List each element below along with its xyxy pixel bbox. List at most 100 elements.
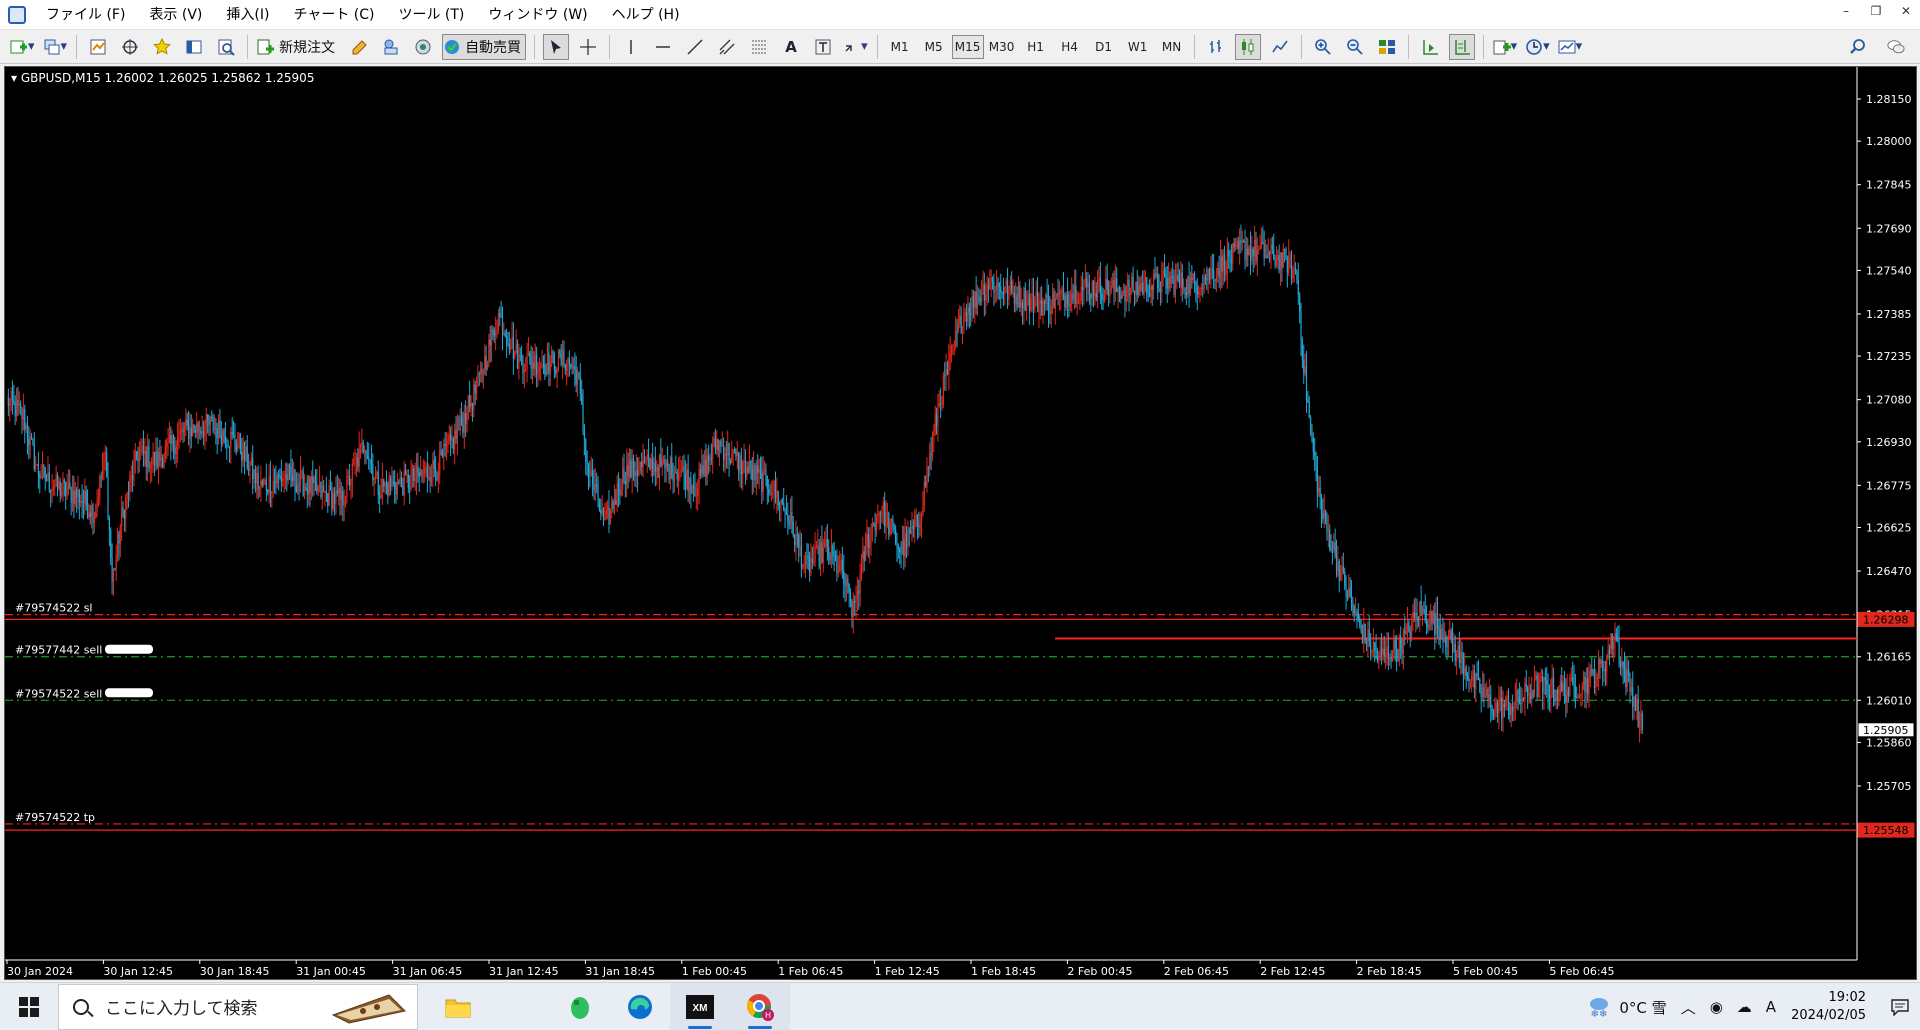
terminal-button[interactable] [181, 34, 207, 60]
candle-body [1069, 303, 1071, 307]
timeframe-m5[interactable]: M5 [918, 35, 950, 59]
evernote-icon[interactable] [550, 983, 610, 1030]
price-chart[interactable]: #79574522 sl #79577442 sell #79574522 sell… [5, 67, 1916, 979]
timeframe-h4[interactable]: H4 [1054, 35, 1086, 59]
toolbar-separator [76, 34, 78, 59]
candle-body [230, 431, 232, 448]
menu-insert[interactable]: 挿入(I) [214, 0, 281, 30]
autoscroll-button[interactable] [1417, 34, 1443, 60]
chevron-up-icon[interactable]: ︿ [1681, 997, 1696, 1018]
chrome-icon[interactable]: H [730, 982, 790, 1030]
favorites-button[interactable] [149, 34, 175, 60]
new-order-button[interactable]: 新規注文 [256, 34, 340, 60]
candle-body [369, 459, 371, 461]
trendline-tool[interactable] [682, 34, 708, 60]
menu-help[interactable]: ヘルプ (H) [600, 0, 692, 30]
candle-body [654, 462, 656, 472]
candle-body [282, 478, 284, 482]
candle-body [160, 458, 162, 461]
candle-body [70, 487, 72, 503]
timeframe-w1[interactable]: W1 [1122, 35, 1154, 59]
candle-body [799, 546, 801, 548]
zoom-out-icon[interactable] [1342, 34, 1368, 60]
zoom-in-icon[interactable] [1310, 34, 1336, 60]
navigator-button[interactable] [117, 34, 143, 60]
candle-body [28, 439, 30, 446]
candle-body [1122, 290, 1125, 292]
candle-body [493, 330, 495, 336]
chart-window[interactable]: #79574522 sl #79577442 sell #79574522 sell… [4, 66, 1917, 980]
close-icon[interactable]: ✕ [1898, 4, 1914, 18]
candle-body [993, 281, 995, 292]
candle-body [7, 395, 9, 406]
edge-icon[interactable] [610, 983, 670, 1030]
market-button[interactable] [410, 34, 436, 60]
profiles-button[interactable]: ▾ [42, 34, 69, 60]
crosshair-tool[interactable] [575, 34, 601, 60]
candle-body [1439, 628, 1441, 640]
clock[interactable]: 19:02 2024/02/05 [1791, 989, 1866, 1025]
timeframe-m30[interactable]: M30 [986, 35, 1018, 59]
timeframe-h1[interactable]: H1 [1020, 35, 1052, 59]
timeframe-m1[interactable]: M1 [884, 35, 916, 59]
text-tool[interactable]: A [778, 34, 804, 60]
new-chart-button[interactable]: ▾ [9, 34, 36, 60]
fibonacci-tool[interactable] [746, 34, 772, 60]
templates-button[interactable]: ▾ [1557, 34, 1584, 60]
menu-tools[interactable]: ツール (T) [386, 0, 476, 30]
restore-icon[interactable]: ❐ [1868, 4, 1884, 18]
bar-chart-button[interactable] [1203, 34, 1229, 60]
text-label-tool[interactable] [810, 34, 836, 60]
cursor-tool[interactable] [543, 33, 570, 60]
horizontal-line-tool[interactable] [650, 34, 676, 60]
market-watch-button[interactable] [85, 34, 111, 60]
signals-button[interactable] [378, 34, 404, 60]
timeframe-mn[interactable]: MN [1156, 35, 1188, 59]
menu-window[interactable]: ウィンドウ (W) [476, 0, 599, 30]
tile-windows-icon[interactable] [1374, 34, 1400, 60]
metaeditor-button[interactable] [346, 34, 372, 60]
weather-text[interactable]: 0°C 雪 [1619, 997, 1666, 1018]
timeframe-m15[interactable]: M15 [951, 34, 984, 59]
candle-body [628, 460, 631, 477]
menu-charts[interactable]: チャート (C) [281, 0, 386, 30]
line-chart-button[interactable] [1267, 34, 1293, 60]
search-icon[interactable] [1845, 34, 1871, 60]
xm-trading-icon[interactable]: XM [670, 982, 730, 1030]
vertical-line-tool[interactable] [618, 34, 644, 60]
candle-body [647, 453, 650, 458]
notification-icon[interactable] [1880, 983, 1920, 1030]
candle-body [112, 568, 115, 583]
menu-file[interactable]: ファイル (F) [34, 0, 137, 30]
candle-body [1215, 274, 1217, 282]
candle-body [166, 442, 168, 447]
channel-tool[interactable] [714, 34, 740, 60]
chat-icon[interactable] [1883, 34, 1909, 60]
candle-body [1090, 293, 1092, 299]
timeframe-d1[interactable]: D1 [1088, 35, 1120, 59]
ime-indicator[interactable]: A [1766, 998, 1776, 1016]
minimize-icon[interactable]: – [1838, 4, 1854, 18]
snow-weather-icon[interactable]: ❄❄ [1586, 995, 1612, 1019]
chart-shift-button[interactable] [1448, 33, 1475, 60]
candle-body [1211, 269, 1213, 271]
candle-body [975, 291, 977, 309]
candle-body [701, 465, 703, 476]
candle-body [1599, 659, 1601, 664]
periods-clock-icon[interactable]: ▾ [1524, 34, 1551, 60]
arrows-tool[interactable]: ▾ [842, 34, 869, 60]
candle-body [712, 443, 714, 459]
record-icon[interactable]: ◉ [1710, 998, 1723, 1016]
start-button[interactable] [0, 983, 58, 1030]
cloud-warning-icon[interactable]: ☁ [1737, 998, 1752, 1016]
strategy-tester-button[interactable] [213, 34, 239, 60]
taskbar-search[interactable]: ここに入力して検索 [58, 983, 418, 1030]
candle-body [463, 413, 465, 433]
auto-trading-button[interactable]: 自動売買 [442, 33, 527, 60]
collapse-triangle-icon[interactable]: ▾ [11, 71, 17, 85]
menu-view[interactable]: 表示 (V) [137, 0, 214, 30]
candlestick-button[interactable] [1234, 33, 1261, 60]
candle-body [504, 332, 506, 337]
file-explorer-icon[interactable] [428, 983, 488, 1030]
indicators-button[interactable]: ▾ [1492, 34, 1519, 60]
